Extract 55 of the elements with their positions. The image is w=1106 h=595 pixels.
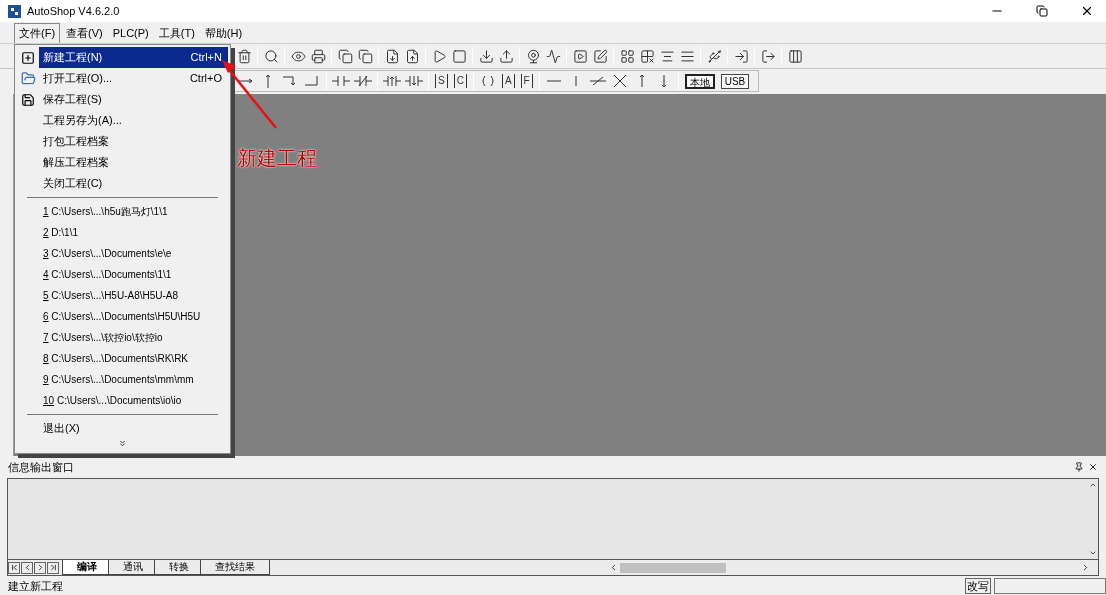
recent-file-item[interactable]: 5 C:\Users\...\H5U-A8\H5U-A8 <box>17 285 228 306</box>
close-icon[interactable] <box>1088 462 1098 472</box>
menu-item[interactable]: PLC(P) <box>108 23 153 43</box>
wire-corner-icon[interactable] <box>303 73 321 89</box>
restore-icon[interactable] <box>1036 5 1048 17</box>
rising-contact-icon[interactable] <box>383 73 401 89</box>
app-icon <box>8 4 21 18</box>
recent-file-item[interactable]: 3 C:\Users\...\Documents\e\e <box>17 243 228 264</box>
menu-item[interactable]: 打开工程(O)... Ctrl+O <box>17 68 228 89</box>
connection-button[interactable]: 本地 <box>684 73 715 89</box>
recent-file-item[interactable]: 4 C:\Users\...\Documents\1\1 <box>17 264 228 285</box>
menu-item[interactable]: 文件(F) <box>14 23 61 43</box>
recent-file-item[interactable]: 2 D:\1\1 <box>17 222 228 243</box>
window-title: AutoShop V4.6.2.0 <box>27 3 120 19</box>
scroll-down-icon[interactable] <box>1089 549 1097 557</box>
menu-item[interactable]: 新建工程(N) Ctrl+N <box>17 47 228 68</box>
closed-contact-icon[interactable] <box>354 73 372 89</box>
scroll-up-icon[interactable] <box>1089 481 1097 489</box>
menu-item[interactable]: 工程另存为(A)... <box>17 110 228 131</box>
last-icon[interactable] <box>48 563 58 572</box>
status-message: 建立新工程 <box>8 578 64 594</box>
save-icon <box>21 92 35 107</box>
pin-icon[interactable] <box>1074 462 1084 472</box>
close-icon[interactable] <box>1080 4 1094 18</box>
menu-item[interactable]: 解压工程档案 <box>17 152 228 173</box>
first-icon[interactable] <box>9 563 19 572</box>
instruction-button[interactable]: F <box>520 74 533 88</box>
menu-item[interactable]: 关闭工程(C) <box>17 173 228 194</box>
menu-item[interactable]: 帮助(H) <box>200 23 247 43</box>
contact-icon[interactable] <box>332 73 350 89</box>
panel-title: 信息输出窗口 <box>8 459 74 475</box>
expand-icon[interactable] <box>118 439 127 448</box>
connection-button[interactable]: USB <box>720 73 750 89</box>
recent-file-item[interactable]: 9 C:\Users\...\Documents\mm\mm <box>17 369 228 390</box>
folder-icon <box>20 71 36 86</box>
instruction-button[interactable]: C <box>453 74 467 88</box>
instruction-button[interactable]: A <box>501 74 515 88</box>
menu-item[interactable]: 保存工程(S) <box>17 89 228 110</box>
menu-item[interactable]: 打包工程档案 <box>17 131 228 152</box>
falling-contact-icon[interactable] <box>405 73 423 89</box>
output-tab[interactable]: 查找结果 <box>200 560 270 575</box>
recent-file-item[interactable]: 1 C:\Users\...\h5u跑马灯\1\1 <box>17 201 228 222</box>
mode-indicator: 改写 <box>965 578 991 594</box>
recent-file-item[interactable]: 8 C:\Users\...\Documents\RK\RK <box>17 348 228 369</box>
annotation-label: 新建工程 <box>237 146 317 171</box>
recent-file-item[interactable]: 7 C:\Users\...\软控io\软控io <box>17 327 228 348</box>
menu-item[interactable]: 退出(X) <box>17 418 228 439</box>
recent-file-item[interactable]: 6 C:\Users\...\Documents\H5U\H5U <box>17 306 228 327</box>
scroll-right-icon[interactable] <box>1081 563 1090 572</box>
menu-item[interactable]: 工具(T) <box>154 23 199 43</box>
instruction-button[interactable]: S <box>435 74 448 88</box>
recent-file-item[interactable]: 10 C:\Users\...\Documents\io\io <box>17 390 228 411</box>
new-file-icon <box>21 50 35 65</box>
scroll-left-icon[interactable] <box>609 563 618 572</box>
menu-item[interactable]: 查看(V) <box>62 23 107 43</box>
